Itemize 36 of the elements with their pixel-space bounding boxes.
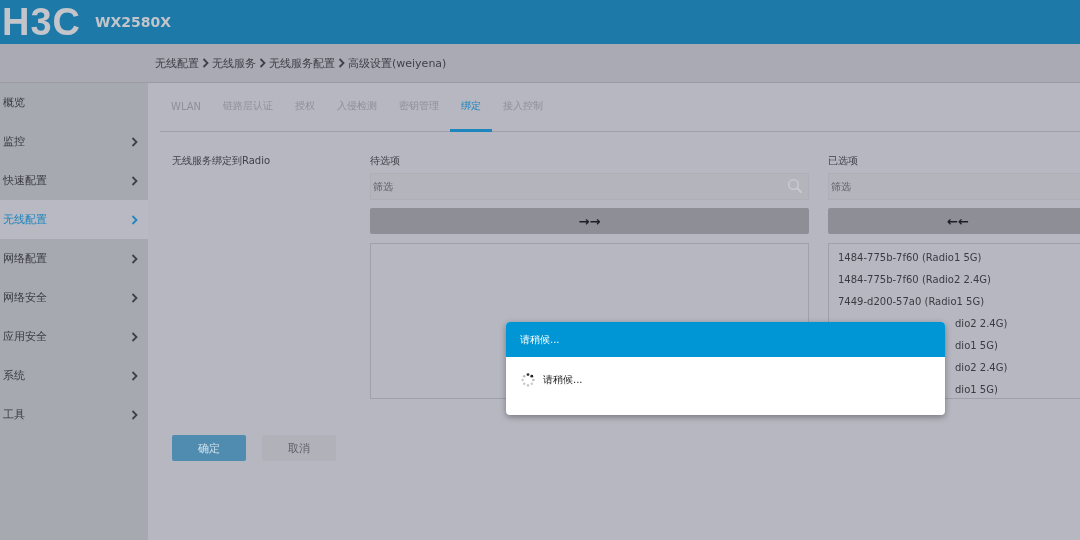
breadcrumb-link[interactable]: 高级设置(weiyena) [348,55,447,71]
filter-field[interactable]: 筛选 [828,173,1080,200]
device-model: WX2580X [95,14,172,30]
breadcrumb-link[interactable]: 无线服务配置 [269,55,335,71]
breadcrumb-link[interactable]: 无线服务 [212,55,256,71]
chevron-icon [259,58,266,68]
list-item[interactable]: 1484-775b-7f60 (Radio1 5G) [838,252,982,263]
list-item[interactable]: dio1 5G) [955,384,998,395]
filter-field[interactable]: 筛选 [370,173,809,200]
list-item[interactable]: 1484-775b-7f60 (Radio2 2.4G) [838,274,991,285]
list-item[interactable]: dio2 2.4G) [955,362,1008,373]
section-label: 无线服务绑定到Radio [171,154,272,168]
dialog-message: 请稍候... [543,373,583,387]
logo: H3C [2,0,82,44]
breadcrumb-link[interactable]: 无线配置 [155,55,199,71]
list-item[interactable]: 7449-d200-57a0 (Radio1 5G) [838,296,985,307]
list-title: 待选项 [370,154,401,168]
sidebar-item[interactable]: 工具 [0,395,148,434]
sidebar-item[interactable]: 网络安全 [0,278,148,317]
chevron-icon [202,58,209,68]
spinner-icon [521,373,535,387]
list-title: 已选项 [828,154,859,168]
sidebar-item[interactable]: 快速配置 [0,161,148,200]
sidebar-item[interactable]: 应用安全 [0,317,148,356]
sidebar-item[interactable]: 网络配置 [0,239,148,278]
chevron-icon [338,58,345,68]
move-button[interactable]: ←← [828,208,1080,234]
confirm-button[interactable]: 确定 [172,435,246,461]
list-item[interactable]: dio2 2.4G) [955,318,1008,329]
sidebar-item[interactable]: 概览 [0,83,148,122]
cancel-button[interactable]: 取消 [262,435,336,461]
dialog-title: 请稍候... [506,322,945,357]
move-button[interactable]: →→ [370,208,809,234]
list-item[interactable]: dio1 5G) [955,340,998,351]
sidebar-item[interactable]: 系统 [0,356,148,395]
sidebar-item[interactable]: 监控 [0,122,148,161]
